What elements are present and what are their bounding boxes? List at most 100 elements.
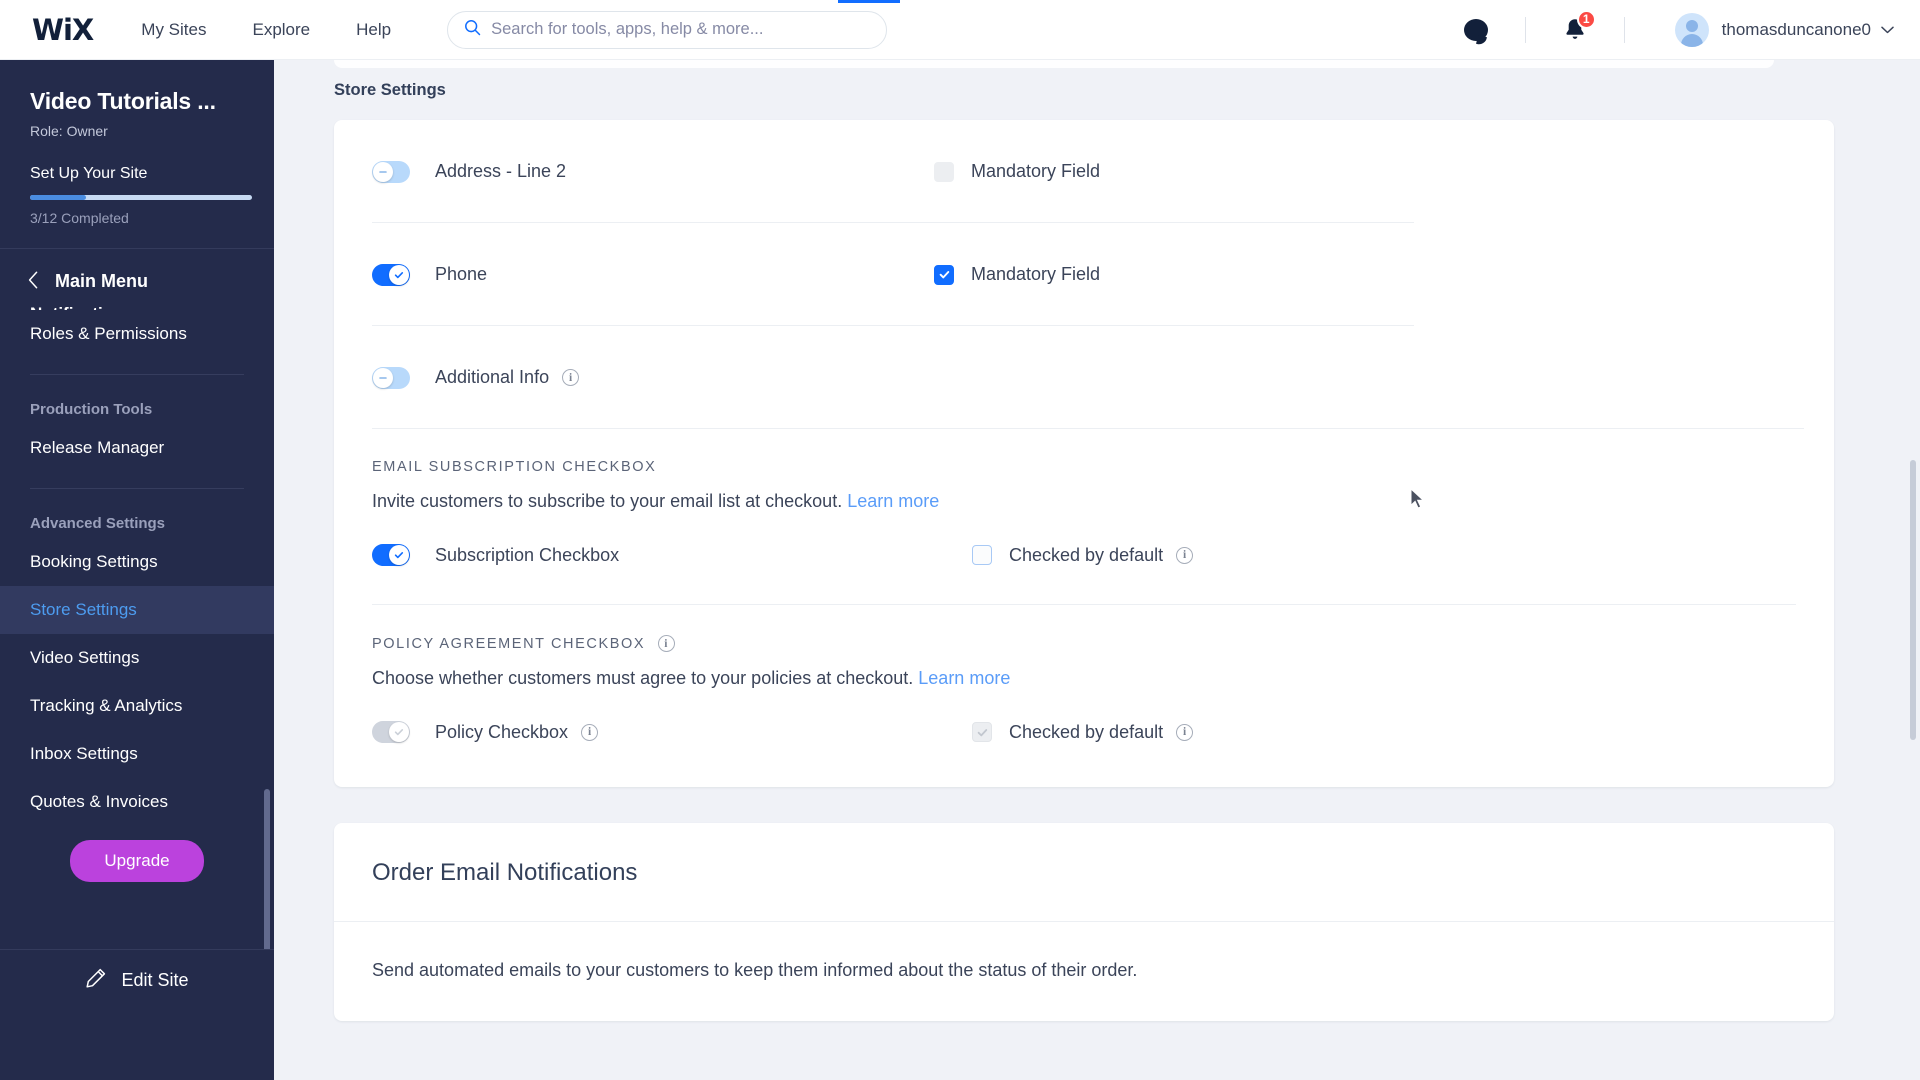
- nav-help[interactable]: Help: [356, 20, 391, 40]
- topbar-divider: [1524, 16, 1526, 43]
- toggle-phone[interactable]: [372, 263, 410, 286]
- sidebar-group-advanced-settings: Advanced Settings: [30, 515, 166, 532]
- toggle-knob: [373, 161, 393, 182]
- edit-site-label: Edit Site: [121, 970, 189, 990]
- main-content: Store Settings Address - Line 2 Mandator…: [274, 60, 1920, 1080]
- label-policy-checkbox: Policy Checkbox: [435, 721, 569, 742]
- chevron-left-icon: [28, 271, 39, 292]
- toggle-knob: [389, 722, 409, 742]
- main-scrollbar[interactable]: [1910, 460, 1916, 740]
- breadcrumb: Store Settings: [334, 80, 446, 99]
- chat-bubble-icon: [1463, 18, 1488, 41]
- section-title-text-policy: POLICY AGREEMENT CHECKBOX: [372, 635, 646, 652]
- info-icon-checked-by-default-email[interactable]: i: [1176, 546, 1194, 564]
- order-email-body: Send automated emails to your customers …: [372, 960, 1138, 980]
- site-summary-block: Video Tutorials ... Role: Owner Set Up Y…: [0, 60, 274, 248]
- toggle-additional-info[interactable]: [372, 366, 410, 389]
- sidebar-item-tracking-analytics[interactable]: Tracking & Analytics: [0, 682, 274, 730]
- toggle-address-line-2[interactable]: [372, 160, 410, 183]
- info-icon-policy-checkbox[interactable]: i: [581, 723, 599, 741]
- notification-badge: 1: [1576, 9, 1596, 29]
- notifications-button[interactable]: 1: [1548, 0, 1602, 60]
- field-label-additional-info: Additional Info: [435, 367, 550, 387]
- sidebar-divider-2: [30, 488, 244, 489]
- section-title-policy-agreement: POLICY AGREEMENT CHECKBOX i: [372, 635, 1796, 652]
- sidebar-item-notifications[interactable]: Notifications: [0, 290, 274, 310]
- field-row-phone: Phone Mandatory Field: [334, 223, 1834, 326]
- search-input[interactable]: [491, 20, 871, 39]
- edit-site-button[interactable]: Edit Site: [0, 949, 274, 1011]
- learn-more-link-email[interactable]: Learn more: [847, 491, 939, 511]
- nav-my-sites[interactable]: My Sites: [141, 20, 206, 40]
- mandatory-field-group-address: Mandatory Field: [934, 161, 1100, 182]
- toggle-subscription-checkbox[interactable]: [372, 544, 410, 566]
- order-email-notifications-card: Order Email Notifications Send automated…: [334, 823, 1834, 1021]
- field-row-address-line-2: Address - Line 2 Mandatory Field: [334, 120, 1834, 223]
- previous-card-bottom-edge: [334, 60, 1774, 68]
- sidebar-item-roles-permissions[interactable]: Roles & Permissions: [0, 310, 274, 358]
- checkbox-mandatory-phone[interactable]: [934, 264, 954, 285]
- account-menu[interactable]: thomasduncanone0: [1674, 12, 1894, 47]
- learn-more-link-policy[interactable]: Learn more: [918, 668, 1010, 688]
- section-email-subscription: EMAIL SUBSCRIPTION CHECKBOX Invite custo…: [334, 429, 1834, 582]
- topbar-right-actions: 1 thomasduncanone0: [1449, 0, 1920, 59]
- label-subscription-checkbox: Subscription Checkbox: [435, 544, 620, 565]
- section-description-text-policy: Choose whether customers must agree to y…: [372, 668, 914, 688]
- toggle-policy-checkbox[interactable]: [372, 721, 410, 743]
- info-icon-checked-by-default-policy[interactable]: i: [1176, 723, 1194, 741]
- chevron-down-icon: [1881, 22, 1894, 37]
- checkbox-label-checked-by-default-policy: Checked by default: [1009, 721, 1164, 742]
- active-tab-indicator: [838, 0, 900, 3]
- search-bar[interactable]: [447, 10, 888, 49]
- upgrade-button[interactable]: Upgrade: [70, 840, 204, 882]
- info-icon-policy-agreement-title[interactable]: i: [658, 635, 676, 652]
- bell-icon: 1: [1563, 9, 1596, 43]
- pencil-icon: [85, 967, 107, 994]
- sidebar-item-booking-settings[interactable]: Booking Settings: [0, 538, 274, 586]
- sidebar-item-release-manager[interactable]: Release Manager: [0, 424, 274, 472]
- avatar: [1674, 12, 1709, 47]
- checkbox-label-mandatory-phone: Mandatory Field: [971, 264, 1101, 284]
- checkbox-label-mandatory-address: Mandatory Field: [971, 161, 1101, 181]
- setup-progress-fill: [30, 195, 86, 200]
- field-row-additional-info: Additional Info i: [334, 326, 1834, 429]
- field-label-address-line-2: Address - Line 2: [435, 161, 567, 181]
- sidebar-item-video-settings[interactable]: Video Settings: [0, 634, 274, 682]
- checkbox-mandatory-address-line-2[interactable]: [934, 161, 954, 182]
- sidebar-divider-1: [30, 374, 244, 375]
- info-icon-additional-info[interactable]: i: [562, 369, 580, 386]
- checkbox-checked-by-default-policy[interactable]: [972, 722, 992, 742]
- main-menu-label: Main Menu: [55, 271, 148, 291]
- topbar-divider-2: [1623, 16, 1625, 43]
- upgrade-button-wrap: Upgrade: [0, 826, 274, 908]
- avatar-head: [1685, 19, 1698, 32]
- field-label-phone: Phone: [435, 264, 488, 284]
- checked-by-default-group-policy: Checked by default i: [972, 721, 1194, 743]
- wix-logo[interactable]: WiX: [32, 13, 94, 47]
- top-navigation-bar: WiX My Sites Explore Help 1: [0, 0, 1920, 60]
- nav-explore[interactable]: Explore: [252, 20, 310, 40]
- mouse-cursor: [1410, 487, 1426, 515]
- section-description-email-subscription: Invite customers to subscribe to your em…: [372, 491, 1796, 512]
- sidebar-item-inbox-settings[interactable]: Inbox Settings: [0, 730, 274, 778]
- top-nav-links: My Sites Explore Help: [141, 20, 391, 40]
- checkout-settings-card: Address - Line 2 Mandatory Field Phone M…: [334, 120, 1834, 787]
- checked-by-default-group-email: Checked by default i: [972, 544, 1194, 566]
- sidebar-item-store-settings[interactable]: Store Settings: [0, 586, 274, 634]
- setup-progress-bar: [30, 195, 252, 200]
- site-title: Video Tutorials ...: [30, 88, 216, 114]
- section-title-email-subscription: EMAIL SUBSCRIPTION CHECKBOX: [372, 459, 1796, 475]
- sidebar-group-production-tools: Production Tools: [30, 401, 153, 418]
- chat-button[interactable]: [1449, 0, 1503, 60]
- checkbox-checked-by-default-email[interactable]: [972, 545, 992, 565]
- account-name: thomasduncanone0: [1721, 19, 1871, 39]
- order-email-title: Order Email Notifications: [372, 859, 638, 886]
- toggle-knob: [389, 264, 409, 285]
- sidebar-scrollbar[interactable]: [264, 789, 270, 949]
- search-icon: [464, 19, 481, 41]
- checkbox-label-checked-by-default-email: Checked by default: [1009, 544, 1164, 565]
- policy-checkbox-row: Policy Checkbox i Checked by default i: [372, 711, 1796, 753]
- setup-your-site-link[interactable]: Set Up Your Site: [30, 165, 244, 183]
- sidebar-item-quotes-invoices[interactable]: Quotes & Invoices: [0, 778, 274, 826]
- section-title-text-email-subscription: EMAIL SUBSCRIPTION CHECKBOX: [372, 459, 657, 475]
